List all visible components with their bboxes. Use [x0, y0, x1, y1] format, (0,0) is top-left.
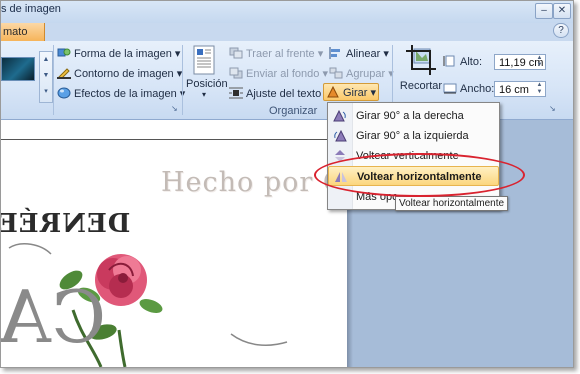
alto-input[interactable]: 11,19 cm ▲ ▼ [494, 54, 546, 70]
dropdown-arrow-icon: ▾ [174, 48, 181, 60]
scroll-up-icon[interactable]: ▲ [40, 52, 52, 68]
ancho-label: Ancho: [460, 83, 495, 95]
align-icon [329, 47, 340, 59]
forma-imagen-label: Forma de la imagen [74, 48, 172, 60]
ancho-label-wrap: Ancho: [443, 82, 494, 95]
send-backward-icon [229, 67, 243, 79]
forma-imagen-button[interactable]: Forma de la imagen ▾ [57, 47, 180, 60]
bring-forward-icon [229, 47, 243, 59]
spinner-arrows-icon[interactable]: ▲ ▼ [535, 82, 544, 96]
title-bar: s de imagen [1, 1, 573, 23]
recortar-button[interactable]: Recortar [399, 45, 443, 92]
dropdown-arrow-icon: ▾ [383, 48, 389, 60]
traer-frente-button[interactable]: Traer al frente ▾ [229, 47, 323, 60]
picture-style-thumbnail[interactable] [1, 57, 35, 81]
mirrored-large-text: CA [0, 275, 107, 359]
contorno-imagen-button[interactable]: Contorno de imagen ▾ [57, 67, 182, 80]
ancho-input[interactable]: 16 cm ▲ ▼ [494, 81, 546, 97]
spinner-arrows-icon[interactable]: ▲ ▼ [535, 55, 544, 69]
mirrored-heading: DENRÉE [0, 209, 131, 239]
tab-formato[interactable]: mato [1, 23, 45, 41]
window-controls: – ✕ ? [531, 1, 573, 41]
alinear-label: Alinear [346, 48, 381, 60]
styles-gallery-scroll[interactable]: ▲ ▼ ▾ [39, 51, 53, 103]
enviar-fondo-label: Enviar al fondo [246, 68, 320, 80]
girar-button[interactable]: Girar ▾ [323, 83, 379, 101]
dialog-launcher-icon[interactable]: ↘ [549, 105, 557, 113]
alto-label-wrap: Alto: [443, 55, 482, 68]
rotate-left-icon [334, 130, 347, 142]
ajuste-texto-label: Ajuste del texto [246, 88, 322, 100]
help-button[interactable]: ? [553, 23, 569, 38]
contorno-imagen-label: Contorno de imagen [74, 68, 174, 80]
screenshot-frame: s de imagen mato – ✕ ? ▲ ▼ ▾ Forma de la… [0, 0, 574, 368]
menu-item-rotate-left[interactable]: Girar 90° a la izquierda [328, 126, 499, 146]
agrupar-button[interactable]: Agrupar ▾ [329, 67, 394, 80]
dropdown-arrow-icon: ▾ [370, 87, 377, 99]
efectos-imagen-label: Efectos de la imagen [74, 88, 177, 100]
group-separator [182, 45, 183, 115]
recortar-label: Recortar [399, 80, 443, 92]
dropdown-arrow-icon: ▾ [322, 68, 328, 80]
traer-frente-label: Traer al frente [246, 48, 315, 60]
ancho-value: 16 cm [499, 84, 529, 96]
width-icon [443, 83, 457, 94]
text-wrap-icon [229, 87, 243, 99]
rotate-icon [327, 86, 339, 98]
rotate-right-icon [333, 110, 346, 122]
window-title: s de imagen [1, 3, 61, 15]
page-top-rule [1, 139, 347, 140]
ajuste-texto-button[interactable]: Ajuste del texto ▾ [229, 87, 330, 100]
enviar-fondo-button[interactable]: Enviar al fondo ▾ [229, 67, 328, 80]
menu-item-label: Girar 90° a la derecha [356, 110, 464, 122]
alto-label: Alto: [460, 56, 483, 68]
group-icon [329, 67, 343, 79]
menu-item-label: Girar 90° a la izquierda [356, 130, 469, 142]
tooltip: Voltear horizontalmente [395, 196, 509, 211]
scroll-down-icon[interactable]: ▼ [40, 68, 52, 84]
ribbon-tab-strip [1, 23, 573, 41]
dialog-launcher-icon[interactable]: ↘ [171, 105, 179, 113]
alinear-button[interactable]: Alinear ▾ [329, 47, 389, 60]
shape-icon [57, 48, 71, 57]
agrupar-label: Agrupar [346, 68, 386, 80]
crop-icon [406, 45, 436, 75]
dropdown-arrow-icon: ▾ [317, 48, 324, 60]
dropdown-arrow-icon: ▾ [201, 90, 206, 99]
efectos-imagen-button[interactable]: Efectos de la imagen ▾ [57, 87, 185, 100]
close-button[interactable]: ✕ [553, 3, 571, 19]
pencil-outline-icon [57, 68, 71, 79]
minimize-button[interactable]: – [535, 3, 553, 19]
gallery-more-icon[interactable]: ▾ [40, 84, 52, 100]
menu-item-rotate-right[interactable]: Girar 90° a la derecha [328, 106, 499, 126]
posicion-button[interactable]: Posición ▾ [186, 45, 228, 99]
effects-icon [57, 87, 71, 99]
annotation-ellipse [314, 153, 525, 197]
posicion-label: Posición [186, 78, 228, 90]
group-separator [53, 45, 54, 115]
position-icon [193, 45, 215, 75]
height-icon [443, 55, 455, 67]
girar-label: Girar [343, 87, 368, 99]
organizar-group-label: Organizar [269, 105, 318, 117]
